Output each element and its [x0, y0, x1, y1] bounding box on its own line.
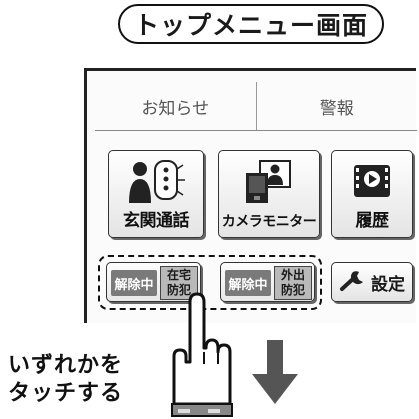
history-label: 履歴: [355, 211, 390, 231]
wrench-icon: [339, 268, 367, 297]
instruction-text: いずれかを タッチする: [8, 352, 123, 408]
settings-label: 設定: [371, 274, 405, 295]
intercom-icon: [109, 159, 203, 205]
down-arrow-icon: [252, 340, 298, 404]
instruction-line1: いずれかを: [8, 353, 124, 378]
history-button[interactable]: 履歴: [331, 150, 413, 238]
tab-bar: お知らせ 警報: [95, 82, 417, 131]
history-icon: [332, 159, 412, 205]
settings-button[interactable]: 設定: [331, 262, 413, 302]
camera-monitor-label: カメラモニター: [221, 214, 317, 230]
entrance-call-button[interactable]: 玄関通話: [108, 150, 204, 238]
page-title: トップメニュー画面: [118, 4, 384, 44]
hand-pointer-icon: [171, 292, 233, 417]
instruction-line2: タッチする: [8, 381, 124, 406]
camera-monitor-button[interactable]: カメラモニター: [218, 150, 320, 238]
camera-monitor-icon: [219, 159, 319, 205]
tab-alarm[interactable]: 警報: [255, 82, 418, 130]
tab-notice[interactable]: お知らせ: [95, 82, 256, 130]
entrance-call-label: 玄関通話: [123, 211, 190, 231]
